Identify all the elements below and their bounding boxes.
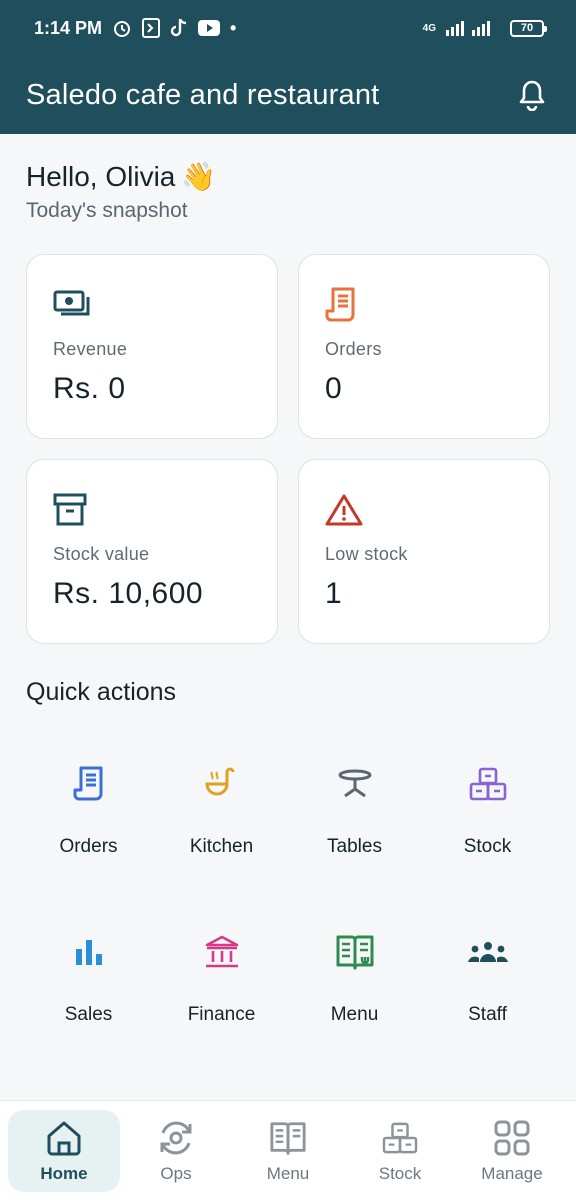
quick-action-finance[interactable]: Finance	[155, 918, 288, 1046]
receipt-icon	[325, 285, 365, 325]
orders-card[interactable]: Orders 0	[298, 254, 550, 439]
quick-action-label: Orders	[59, 836, 118, 857]
stock-value-card[interactable]: Stock value Rs. 10,600	[26, 459, 278, 644]
quick-action-menu[interactable]: Menu	[288, 918, 421, 1046]
card-value: 0	[325, 372, 343, 405]
quick-action-tables[interactable]: Tables	[288, 750, 421, 878]
app-notification-icon	[142, 18, 161, 38]
boxes-icon	[380, 1118, 420, 1158]
card-label: Orders	[325, 339, 382, 359]
quick-action-label: Finance	[187, 1004, 256, 1025]
quick-action-label: Stock	[463, 836, 512, 857]
quick-action-sales[interactable]: Sales	[22, 918, 155, 1046]
alarm-icon	[112, 18, 132, 38]
ops-icon	[156, 1118, 196, 1158]
staff-icon	[466, 930, 510, 974]
quick-action-label: Kitchen	[189, 836, 254, 857]
ladle-icon	[200, 762, 244, 806]
nav-label: Ops	[160, 1163, 192, 1183]
quick-action-kitchen[interactable]: Kitchen	[155, 750, 288, 878]
battery-level: 70	[520, 22, 534, 34]
card-label: Stock value	[53, 544, 150, 564]
quick-action-label: Sales	[64, 1004, 113, 1025]
menu-book-icon	[333, 930, 377, 974]
card-value: Rs. 10,600	[53, 577, 204, 610]
quick-action-stock[interactable]: Stock	[421, 750, 554, 878]
low-stock-card[interactable]: Low stock 1	[298, 459, 550, 644]
greeting-text: Hello, Olivia	[26, 160, 176, 192]
nav-menu[interactable]: Menu	[232, 1110, 344, 1192]
waving-hand-icon: 👋	[181, 161, 217, 192]
app-bar: Saledo cafe and restaurant	[0, 56, 576, 134]
quick-actions-title: Quick actions	[26, 678, 177, 706]
nav-home[interactable]: Home	[8, 1109, 120, 1192]
nav-label: Menu	[266, 1163, 310, 1183]
signal-icon	[446, 20, 490, 36]
card-label: Low stock	[325, 544, 408, 564]
quick-action-orders[interactable]: Orders	[22, 750, 155, 878]
nav-label: Home	[40, 1163, 88, 1183]
status-time: 1:14 PM	[34, 17, 103, 38]
grid-icon	[492, 1118, 532, 1158]
nav-label: Stock	[378, 1163, 422, 1183]
bank-icon	[200, 930, 244, 974]
nav-ops[interactable]: Ops	[120, 1110, 232, 1192]
greeting: Hello, Olivia 👋 Today's snapshot	[26, 160, 216, 223]
bar-chart-icon	[67, 930, 111, 974]
tiktok-icon	[170, 18, 188, 38]
network-type: 4G	[422, 22, 436, 34]
warning-icon	[325, 490, 365, 530]
cash-icon	[53, 285, 93, 325]
table-icon	[333, 762, 377, 806]
quick-action-staff[interactable]: Staff	[421, 918, 554, 1046]
quick-actions-grid: Orders Kitchen Tables Stock Sales Financ…	[22, 750, 554, 1046]
bell-icon[interactable]	[514, 77, 550, 113]
home-icon	[44, 1118, 84, 1158]
page-title: Saledo cafe and restaurant	[26, 78, 380, 111]
nav-manage[interactable]: Manage	[456, 1110, 568, 1192]
quick-action-label: Menu	[330, 1004, 379, 1025]
receipt-icon	[67, 762, 111, 806]
card-value: 1	[325, 577, 343, 610]
card-value: Rs. 0	[53, 372, 126, 405]
card-label: Revenue	[53, 339, 128, 359]
nav-label: Manage	[481, 1163, 543, 1183]
bottom-nav: Home Ops Menu Stock Manage	[0, 1100, 576, 1200]
archive-box-icon	[53, 490, 93, 530]
revenue-card[interactable]: Revenue Rs. 0	[26, 254, 278, 439]
status-bar: 1:14 PM • 4G 70	[0, 0, 576, 56]
dot-icon: •	[230, 17, 237, 38]
quick-action-label: Staff	[468, 1004, 507, 1025]
greeting-subtitle: Today's snapshot	[26, 199, 188, 222]
menu-book-icon	[268, 1118, 308, 1158]
snapshot-cards: Revenue Rs. 0 Orders 0 Stock value Rs. 1…	[26, 254, 550, 644]
youtube-icon	[198, 20, 221, 36]
quick-action-label: Tables	[327, 836, 382, 857]
boxes-icon	[466, 762, 510, 806]
battery-icon: 70	[510, 19, 547, 37]
greeting-title: Hello, Olivia 👋	[26, 160, 216, 193]
nav-stock[interactable]: Stock	[344, 1110, 456, 1192]
